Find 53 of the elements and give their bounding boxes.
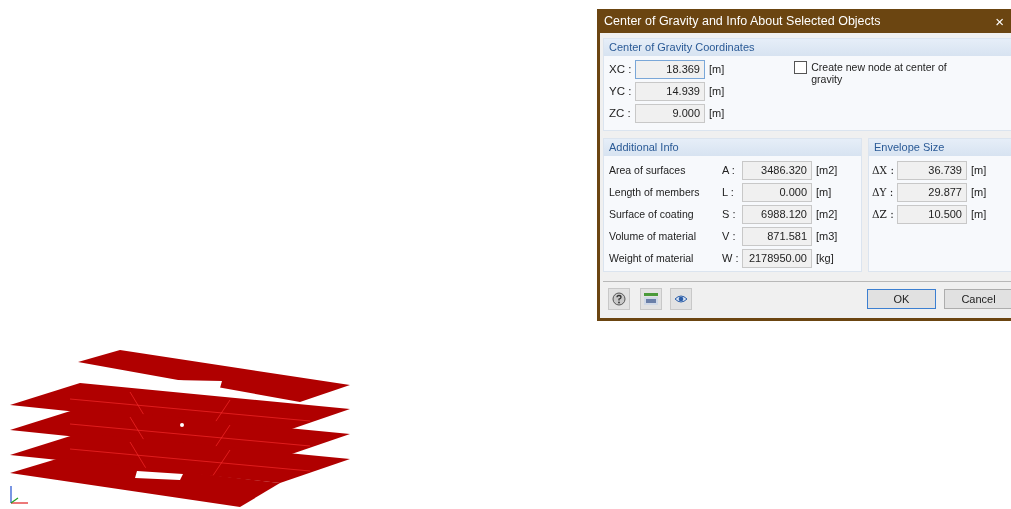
value-field[interactable]: 6988.120	[742, 205, 812, 224]
checkbox[interactable]	[794, 61, 808, 74]
dialog-button[interactable]: OK	[867, 289, 936, 309]
unit-label: [m]	[971, 207, 987, 223]
symbol-label: V :	[722, 229, 737, 245]
section-title: Additional Info	[609, 140, 679, 156]
value-field[interactable]: 36.739	[897, 161, 967, 180]
symbol-label: L :	[722, 185, 735, 201]
value-field[interactable]: 871.581	[742, 227, 812, 246]
unit-label: [m]	[816, 185, 832, 201]
unit-label: [m]	[709, 62, 725, 78]
unit-label: [m]	[709, 106, 725, 122]
unit-label: [m]	[971, 185, 987, 201]
coordinate-label: ZC :	[609, 105, 632, 121]
delta-label: ΔY :	[872, 184, 895, 200]
view-button[interactable]	[670, 288, 692, 310]
section-title: Envelope Size	[874, 140, 945, 156]
unit-label: [m]	[709, 84, 725, 100]
value-field[interactable]: 10.500	[897, 205, 967, 224]
question-icon	[612, 292, 626, 306]
value-field[interactable]: 18.369	[635, 60, 705, 79]
value-field[interactable]: 3486.320	[742, 161, 812, 180]
decimal-display-icon	[643, 292, 659, 306]
help-button[interactable]	[608, 288, 630, 310]
unit-label: [m2]	[816, 163, 838, 179]
value-field[interactable]: 14.939	[635, 82, 705, 101]
property-label: Length of members	[609, 184, 701, 200]
coordinate-label: YC :	[609, 83, 633, 99]
close-button[interactable]: ×	[995, 13, 1004, 29]
unit-label: [m3]	[816, 229, 838, 245]
eye-icon	[674, 294, 688, 304]
delta-label: ΔX :	[872, 162, 895, 178]
property-label: Area of surfaces	[609, 162, 687, 178]
unit-label: [kg]	[816, 251, 834, 267]
property-label: Weight of material	[609, 250, 695, 266]
property-label: Surface of coating	[609, 206, 695, 222]
value-field[interactable]: 2178950.00	[742, 249, 812, 268]
units-button[interactable]	[640, 288, 662, 310]
section-title: Center of Gravity Coordinates	[609, 40, 755, 56]
value-field[interactable]: 9.000	[635, 104, 705, 123]
window-title: Center of Gravity and Info About Selected Objects	[604, 12, 881, 30]
symbol-label: S :	[722, 207, 737, 223]
symbol-label: A :	[722, 163, 736, 179]
symbol-label: W :	[722, 251, 740, 267]
value-field[interactable]: 29.877	[897, 183, 967, 202]
checkbox-label: Create new node at center of gravity	[811, 61, 948, 85]
unit-label: [m]	[971, 163, 987, 179]
unit-label: [m2]	[816, 207, 838, 223]
delta-label: ΔZ :	[872, 206, 895, 222]
coordinate-label: XC :	[609, 61, 633, 77]
dialog-button[interactable]: Cancel	[944, 289, 1011, 309]
property-label: Volume of material	[609, 228, 697, 244]
value-field[interactable]: 0.000	[742, 183, 812, 202]
